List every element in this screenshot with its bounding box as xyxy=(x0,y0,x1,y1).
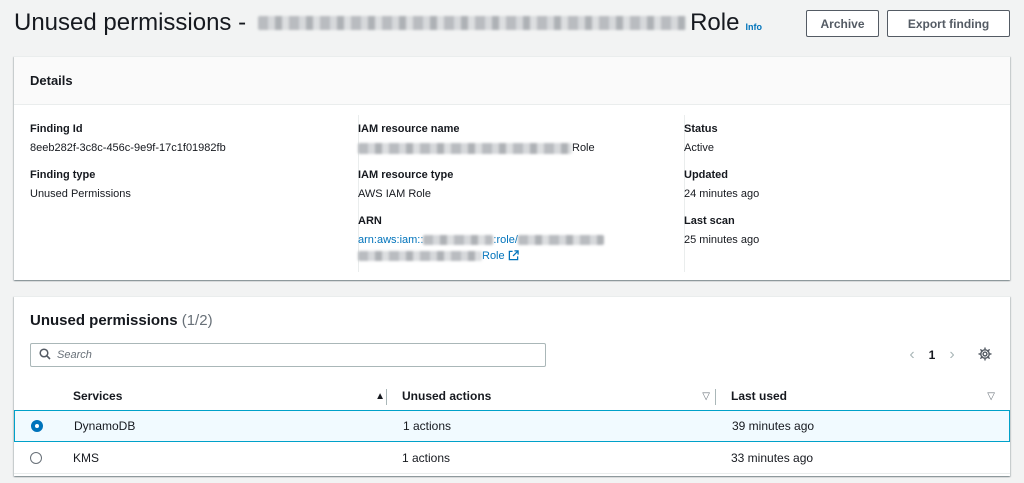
row-select[interactable] xyxy=(30,442,42,473)
search-icon xyxy=(39,347,51,363)
finding-type-label: Finding type xyxy=(30,169,96,181)
sort-ascending-icon[interactable]: ▲ xyxy=(375,391,385,402)
resource-type-value: AWS IAM Role xyxy=(358,188,431,200)
last-scan-label: Last scan xyxy=(684,215,735,227)
resource-name-value: Role xyxy=(358,142,595,155)
table-header: Services ▲ Unused actions ▽ Last used ▽ xyxy=(14,381,1010,411)
page-number[interactable]: 1 xyxy=(920,348,944,362)
unused-permissions-title: Unused permissions (1/2) xyxy=(30,312,213,329)
search-field[interactable] xyxy=(30,343,546,367)
last-used-cell: 39 minutes ago xyxy=(732,419,815,433)
finding-id-value: 8eeb282f-3c8c-456c-9e9f-17c1f01982fb xyxy=(30,142,226,154)
page-title: Unused permissions - Role Info xyxy=(14,9,762,37)
external-link-icon[interactable] xyxy=(508,250,519,265)
finding-type-field: Finding type Unused Permissions xyxy=(30,169,131,201)
details-panel: Details Finding Id 8eeb282f-3c8c-456c-9e… xyxy=(14,56,1010,280)
sort-icon[interactable]: ▽ xyxy=(702,391,710,402)
services-header-label: Services xyxy=(73,389,123,403)
arn-label: ARN xyxy=(358,215,382,227)
gear-icon[interactable] xyxy=(978,347,992,364)
row-select[interactable] xyxy=(31,411,43,441)
sort-icon[interactable]: ▽ xyxy=(987,391,995,402)
search-input[interactable] xyxy=(57,349,517,361)
arn-field: ARN arn:aws:iam:::role/ Role xyxy=(358,215,604,265)
table-row[interactable]: DynamoDB 1 actions 39 minutes ago xyxy=(14,410,1010,442)
arn-link-line-1[interactable]: arn:aws:iam:::role/ xyxy=(358,234,604,247)
unused-actions-cell: 1 actions xyxy=(403,419,452,433)
column-header-last-used[interactable]: Last used ▽ xyxy=(731,381,1003,411)
redacted-account-id xyxy=(423,235,494,246)
redacted-resource-name xyxy=(358,142,572,154)
unused-permissions-panel: Unused permissions (1/2) ‹ 1 › Services … xyxy=(14,296,1010,476)
resource-type-field: IAM resource type AWS IAM Role xyxy=(358,169,453,201)
export-finding-button[interactable]: Export finding xyxy=(887,10,1010,37)
arn-prefix[interactable]: arn:aws:iam:: xyxy=(358,234,423,246)
next-page-icon[interactable]: › xyxy=(944,346,960,364)
updated-value: 24 minutes ago xyxy=(684,188,760,200)
table-row[interactable]: KMS 1 actions 33 minutes ago xyxy=(14,442,1010,474)
details-column-2: IAM resource name Role IAM resource type… xyxy=(358,115,668,272)
redacted-role-path-2 xyxy=(358,251,482,262)
last-used-header-label: Last used xyxy=(731,389,788,403)
previous-page-icon[interactable]: ‹ xyxy=(904,346,920,364)
finding-id-label: Finding Id xyxy=(30,123,83,135)
column-divider[interactable] xyxy=(715,389,716,405)
updated-field: Updated 24 minutes ago xyxy=(684,169,759,201)
unused-permissions-heading: Unused permissions xyxy=(30,312,178,329)
status-value: Active xyxy=(684,142,714,154)
redacted-role-path xyxy=(517,235,604,246)
last-used-cell: 33 minutes ago xyxy=(731,450,814,465)
updated-label: Updated xyxy=(684,169,728,181)
redacted-role-name xyxy=(258,16,687,30)
resource-name-label: IAM resource name xyxy=(358,123,460,135)
selection-count: (1/2) xyxy=(181,312,213,329)
details-column-1: Finding Id 8eeb282f-3c8c-456c-9e9f-17c1f… xyxy=(30,115,340,272)
service-cell: KMS xyxy=(73,450,100,465)
finding-type-value: Unused Permissions xyxy=(30,188,131,200)
page-title-suffix: Role xyxy=(690,9,740,36)
unused-actions-header-label: Unused actions xyxy=(402,389,492,403)
status-label: Status xyxy=(684,123,718,135)
unused-actions-cell: 1 actions xyxy=(402,450,451,465)
resource-type-label: IAM resource type xyxy=(358,169,454,181)
arn-link-line-2[interactable]: Role xyxy=(358,250,604,265)
resource-name-field: IAM resource name Role xyxy=(358,123,595,155)
permissions-table: Services ▲ Unused actions ▽ Last used ▽ … xyxy=(14,381,1010,474)
column-divider[interactable] xyxy=(386,389,387,405)
page-title-prefix: Unused permissions - xyxy=(14,9,247,36)
status-field: Status Active xyxy=(684,123,718,155)
details-column-3: Status Active Updated 24 minutes ago Las… xyxy=(684,115,994,272)
details-heading: Details xyxy=(14,57,1010,105)
info-link[interactable]: Info xyxy=(745,22,762,32)
finding-id-field: Finding Id 8eeb282f-3c8c-456c-9e9f-17c1f… xyxy=(30,123,226,155)
service-cell: DynamoDB xyxy=(74,419,136,433)
arn-mid[interactable]: :role/ xyxy=(493,234,517,246)
radio-button[interactable] xyxy=(30,451,42,464)
column-header-services[interactable]: Services ▲ xyxy=(73,381,393,411)
last-scan-field: Last scan 25 minutes ago xyxy=(684,215,759,247)
pagination: ‹ 1 › xyxy=(904,346,960,364)
column-header-unused-actions[interactable]: Unused actions ▽ xyxy=(402,381,718,411)
resource-name-suffix: Role xyxy=(572,142,595,154)
arn-suffix[interactable]: Role xyxy=(482,250,505,262)
radio-button-selected[interactable] xyxy=(31,420,43,432)
last-scan-value: 25 minutes ago xyxy=(684,234,760,246)
archive-button[interactable]: Archive xyxy=(806,10,879,37)
